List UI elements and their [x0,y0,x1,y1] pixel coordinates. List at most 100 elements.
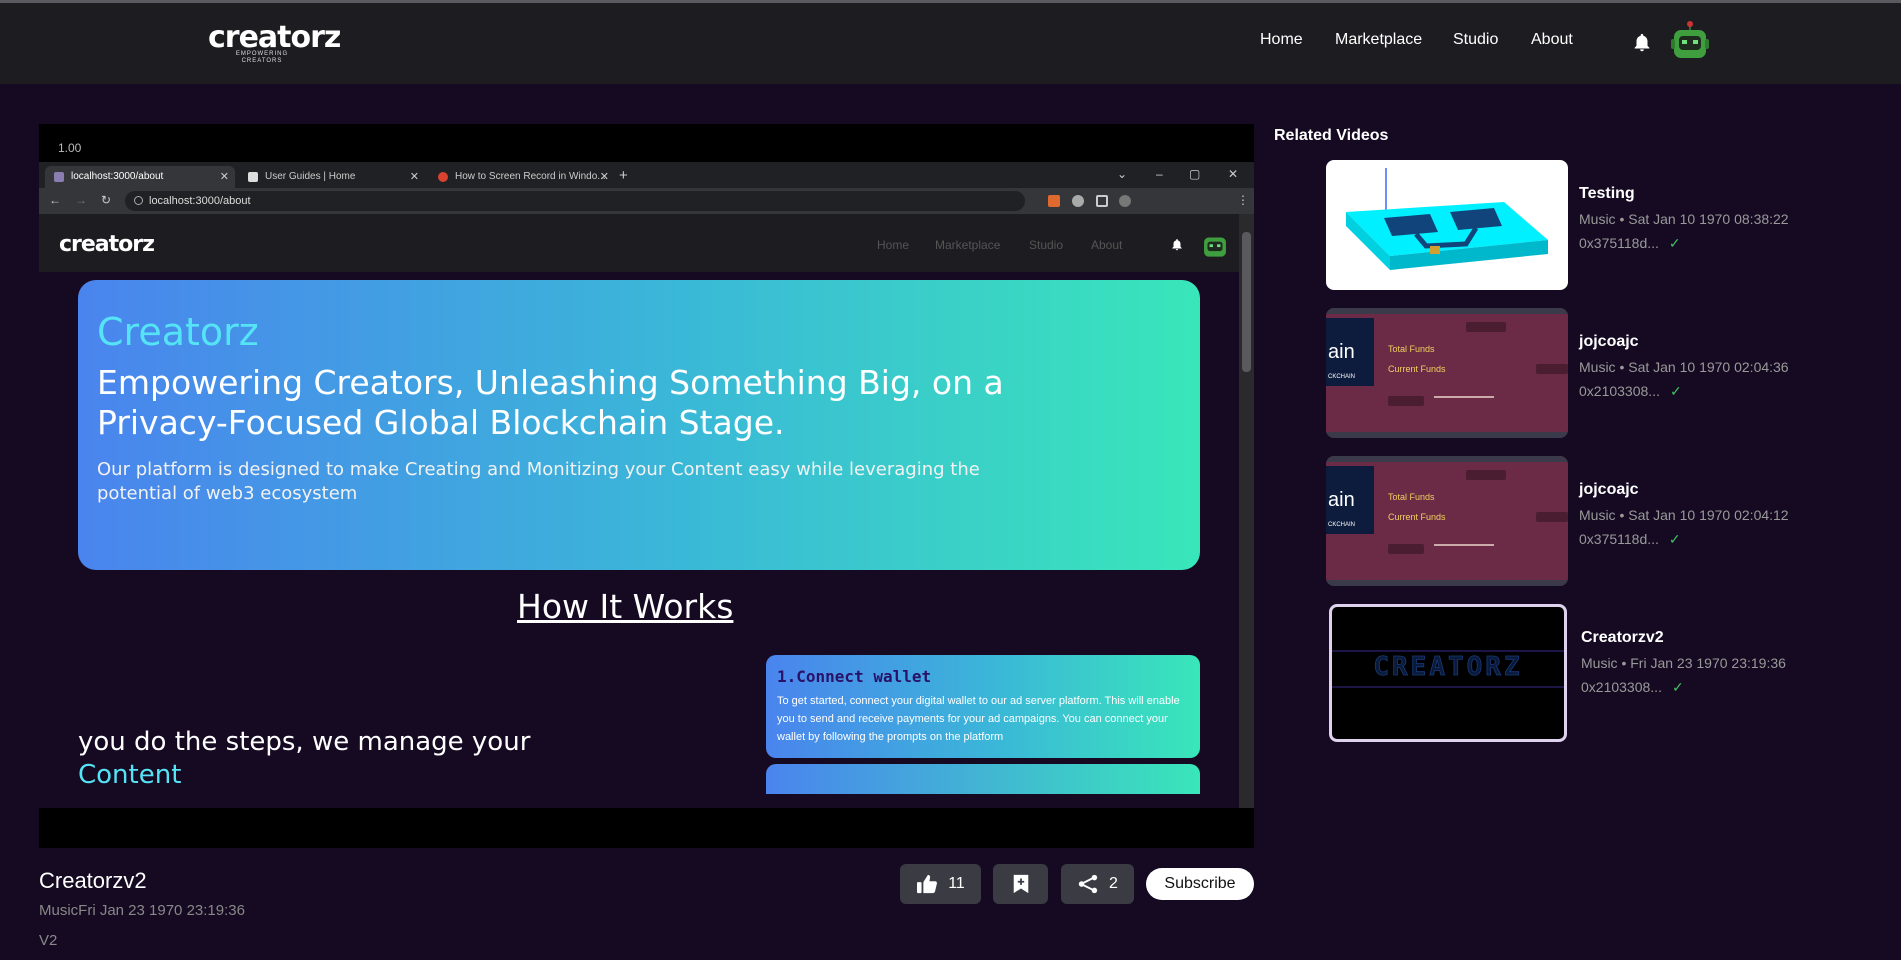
forward-arrow-icon: → [75,193,87,207]
site-nav-marketplace: Marketplace [935,238,1001,252]
site-nav-about: About [1091,238,1123,252]
verified-check-icon: ✓ [1668,531,1681,547]
related-title[interactable]: jojcoajc [1579,333,1639,351]
funds-dashboard-thumbnail: ain CKCHAIN Total Funds Current Funds [1326,308,1568,438]
site-header: creatorz Home Marketplace Studio About [39,214,1239,272]
share-button[interactable]: 2 [1061,864,1134,904]
browser-tab: User Guides | Home ✕ [239,166,425,188]
sidepanel-icon [1096,195,1108,207]
thumb-total-funds: Total Funds [1388,492,1435,502]
browser-tab: localhost:3000/about ✕ [45,166,235,188]
steps-tagline-accent: Content [78,760,182,790]
browser-tab: How to Screen Record in Windo... ✕ [429,166,615,188]
related-video-item[interactable]: ain CKCHAIN Total Funds Current Funds jo… [1326,308,1789,438]
video-thumbnail[interactable]: ain CKCHAIN Total Funds Current Funds [1326,456,1568,586]
video-thumbnail[interactable] [1326,160,1568,290]
page-scrollbar [1239,214,1254,808]
verified-check-icon: ✓ [1669,383,1682,399]
close-icon: ✕ [409,171,419,183]
subscribe-button[interactable]: Subscribe [1146,868,1254,900]
thumb-total-funds: Total Funds [1388,344,1435,354]
related-owner: 0x375118d... ✓ [1579,235,1681,252]
creatorz-logo[interactable]: creatorz EMPOWERING CREATORS [208,20,341,65]
nav-studio[interactable]: Studio [1453,31,1498,49]
owner-address: 0x2103308... [1579,383,1660,399]
recorded-browser-frame: localhost:3000/about ✕ User Guides | Hom… [39,162,1254,808]
related-meta: Music • Fri Jan 23 1970 23:19:36 [1581,655,1786,671]
related-video-item[interactable]: Testing Music • Sat Jan 10 1970 08:38:22… [1326,160,1789,290]
nav-about[interactable]: About [1531,31,1573,49]
scrollbar-thumb [1242,232,1251,372]
video-title: Creatorzv2 [39,868,147,893]
hero-description: Our platform is designed to make Creatin… [97,459,980,504]
tab-label: How to Screen Record in Windo... [455,171,606,182]
hero-subtitle: Empowering Creators, Unleashing Somethin… [97,363,1004,442]
nav-marketplace[interactable]: Marketplace [1335,31,1422,49]
thumb-current-funds: Current Funds [1388,512,1446,522]
owner-address: 0x2103308... [1581,679,1662,695]
thumb-chain-text: ain [1328,489,1355,511]
video-meta: MusicFri Jan 23 1970 23:19:36 [39,902,245,919]
hero-title: Creatorz [97,310,259,354]
like-count: 11 [948,875,965,892]
logo-tagline: EMPOWERING CREATORS [235,51,289,64]
video-description: V2 [39,932,58,949]
tab-favicon-icon [438,172,448,182]
creatorz-banner-thumbnail: CREATORZ [1332,650,1564,688]
step-title: 1.Connect wallet [777,667,932,686]
video-thumbnail[interactable]: ain CKCHAIN Total Funds Current Funds [1326,308,1568,438]
funds-dashboard-thumbnail: ain CKCHAIN Total Funds Current Funds [1326,456,1568,586]
close-icon: ✕ [219,171,229,183]
related-title[interactable]: jojcoajc [1579,481,1639,499]
tab-label: localhost:3000/about [71,171,164,182]
chevron-down-icon: ⌄ [1117,167,1128,181]
thumbs-up-icon [917,874,938,894]
related-meta: Music • Sat Jan 10 1970 02:04:12 [1579,507,1789,523]
step-card-connect-wallet: 1.Connect wallet To get started, connect… [766,655,1200,758]
reload-icon: ↻ [101,193,112,207]
playback-speed[interactable]: 1.00 [58,141,81,155]
logo-word: creatorz [208,20,341,55]
thumb-creatorz-text: CREATORZ [1373,652,1522,682]
bookmark-add-icon [1013,874,1028,894]
site-bell-icon [1172,239,1182,251]
related-title[interactable]: Testing [1579,185,1635,203]
verified-check-icon: ✓ [1668,235,1681,251]
notification-bell-icon[interactable] [1631,32,1653,54]
puzzle-extension-icon [1072,195,1084,207]
related-video-item[interactable]: ain CKCHAIN Total Funds Current Funds jo… [1326,456,1789,586]
hero-banner: Creatorz Empowering Creators, Unleashing… [78,280,1200,570]
steps-tagline: you do the steps, we manage your [78,727,531,757]
recorded-site-page: creatorz Home Marketplace Studio About C… [39,214,1239,808]
nav-home[interactable]: Home [1260,31,1303,49]
related-owner: 0x2103308... ✓ [1581,679,1684,696]
thumb-chain-text: ain [1328,341,1355,363]
save-button[interactable] [993,864,1048,904]
tab-label: User Guides | Home [265,171,356,182]
related-owner: 0x2103308... ✓ [1579,383,1682,400]
like-button[interactable]: 11 [900,864,981,904]
video-thumbnail[interactable]: CREATORZ [1329,604,1567,742]
profile-avatar-icon [1119,195,1131,207]
browser-tab-strip: localhost:3000/about ✕ User Guides | Hom… [39,162,1254,188]
owner-address: 0x375118d... [1579,531,1659,547]
close-icon: ✕ [599,171,609,183]
related-owner: 0x375118d... ✓ [1579,531,1681,548]
site-nav-home: Home [877,238,910,252]
share-count: 2 [1109,875,1118,892]
how-it-works-heading: How It Works [517,587,734,626]
site-nav-studio: Studio [1029,238,1064,252]
related-video-item[interactable]: CREATORZ Creatorzv2 Music • Fri Jan 23 1… [1326,604,1786,742]
video-player[interactable]: 1.00 localhost:3000/about ✕ User Guides … [39,124,1254,848]
tab-favicon-icon [54,172,64,182]
site-logo: creatorz [59,232,155,257]
top-navbar: creatorz EMPOWERING CREATORS Home Market… [0,0,1901,84]
user-avatar-robot-icon[interactable] [1671,21,1709,61]
share-icon [1078,874,1098,894]
minimize-icon: – [1156,167,1163,181]
related-title[interactable]: Creatorzv2 [1581,629,1664,647]
step-card-next [766,764,1200,794]
thumb-chain-subtext: CKCHAIN [1328,522,1355,528]
browser-toolbar: ← → ↻ localhost:3000/about ⋮ [39,188,1254,214]
tab-favicon-icon [248,172,258,182]
